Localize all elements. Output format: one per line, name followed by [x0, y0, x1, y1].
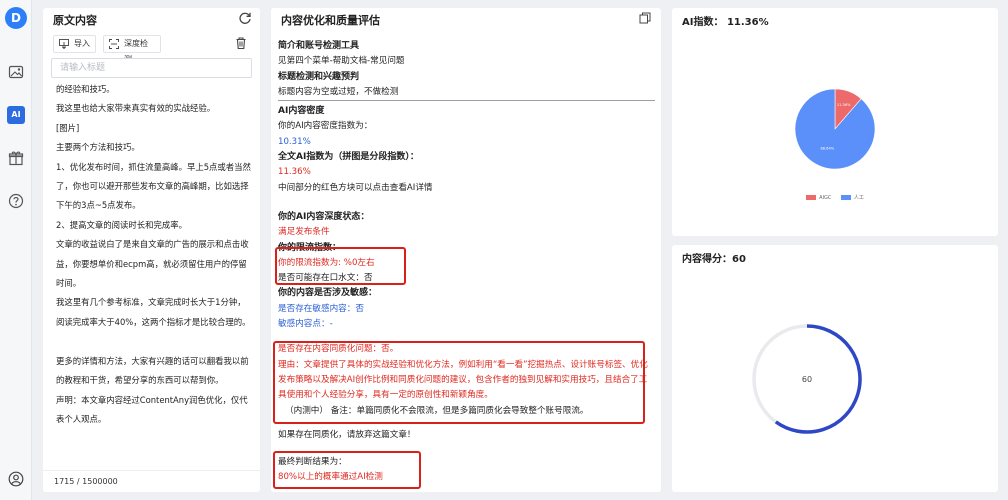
ai-index-panel: AI指数： 11.36% 11.36% 88.64% AIGC 人工 — [672, 8, 998, 236]
pie-slice-label: 88.64% — [820, 147, 834, 151]
full-ai-value: 11.36% — [278, 167, 311, 178]
title-check-text: 标题内容为空或过短，不做检测 — [278, 85, 655, 102]
intro-text: 见第四个菜单-帮助文档-常见问题 — [278, 56, 405, 67]
article-paragraph: 主要两个方法和技巧。 — [56, 142, 140, 153]
source-panel-header: 原文内容 — [43, 8, 260, 28]
evaluation-panel-title: 内容优化和质量评估 — [281, 14, 380, 27]
article-paragraph: 更多的详情和方法，大家有兴趣的话可以翻看我以前的教程和干货，希望分享的东西可以帮… — [56, 355, 249, 386]
ai-density-label: 你的AI内容密度指数为： — [278, 121, 373, 132]
gift-icon[interactable] — [8, 150, 24, 166]
trash-icon[interactable] — [234, 36, 248, 50]
article-paragraph: 我这里有几个参考标准，文章完成时长大于1分钟，阅读完成率大于40%，这两个指标才… — [56, 297, 251, 327]
full-ai-label: 全文AI指数为（拼图是分段指数）： — [278, 152, 419, 163]
evaluation-panel-header: 内容优化和质量评估 — [271, 8, 661, 28]
source-panel-title: 原文内容 — [53, 14, 97, 27]
gauge-progress — [774, 324, 862, 434]
article-paragraph: 文章的收益说白了是来自文章的广告的展示和点击收益，你要想单价和ecpm高，就必须… — [56, 239, 249, 289]
ai-hint: 中间部分的红色方块可以点击查看AI详情 — [278, 182, 433, 193]
legend-item-human[interactable]: 人工 — [840, 194, 864, 201]
depth-heading: 你的AI内容深度状态： — [278, 211, 370, 222]
ai-icon[interactable]: AI — [7, 106, 25, 124]
article-paragraph: 2、提高文章的阅读时长和完成率。 — [56, 219, 187, 230]
title-input[interactable] — [51, 58, 252, 78]
evaluation-panel: 内容优化和质量评估 简介和账号检测工具 见第四个菜单-帮助文档-常见问题 标题检… — [271, 8, 661, 492]
image-icon[interactable] — [8, 64, 24, 80]
article-paragraph: 的经验和技巧。 — [56, 84, 115, 94]
score-panel: 内容得分：60 60 — [672, 245, 998, 492]
source-toolbar: 导入 深度检测 — [53, 35, 252, 64]
homog-advice: 如果存在同质化，请放弃这篇文章！ — [278, 429, 416, 440]
article-paragraph: [图片] — [56, 122, 80, 133]
title-check-heading: 标题检测和兴趣预判 — [278, 71, 360, 82]
char-count: 1715 / 1500000 — [43, 470, 260, 492]
sensitive-points: 敏感内容点：- — [278, 319, 333, 330]
depth-status: 满足发布条件 — [278, 227, 330, 238]
legend-swatch — [806, 195, 817, 200]
user-icon[interactable] — [8, 471, 24, 487]
legend-swatch — [840, 195, 851, 200]
intro-heading: 简介和账号检测工具 — [278, 41, 360, 51]
article-paragraph — [56, 332, 252, 351]
import-label: 导入 — [74, 39, 90, 48]
pie-legend: AIGC 人工 — [672, 194, 998, 202]
source-panel: 原文内容 导入 深度检测 的经验和技巧。 我这里也给大家带来真实有效的实战经验。… — [43, 8, 260, 492]
pie-slice-label: 11.36% — [837, 103, 851, 107]
article-text[interactable]: 的经验和技巧。 我这里也给大家带来真实有效的实战经验。 [图片] 主要两个方法和… — [56, 80, 252, 462]
pie-slice-1[interactable] — [794, 88, 876, 170]
article-paragraph: 我这里也给大家带来真实有效的实战经验。 — [56, 103, 216, 114]
copy-icon[interactable] — [639, 12, 651, 24]
legend-item-aigc[interactable]: AIGC — [806, 195, 831, 201]
import-button[interactable]: 导入 — [53, 35, 96, 53]
legend-label: 人工 — [853, 195, 864, 201]
refresh-icon[interactable] — [238, 11, 252, 25]
side-rail: D AI — [0, 0, 32, 500]
ai-density-value: 10.31% — [278, 136, 311, 147]
logo-icon[interactable]: D — [5, 7, 27, 29]
gauge-label: 60 — [802, 375, 812, 384]
article-paragraph: 1、优化发布时间，抓住流量高峰。早上5点或者当然了，你也可以避开那些发布文章的高… — [56, 161, 251, 211]
deep-check-button[interactable]: 深度检测 — [103, 35, 161, 64]
sensitive-exists: 是否存在敏感内容：否 — [278, 303, 364, 314]
help-icon[interactable] — [8, 193, 24, 209]
sensitive-heading: 你的内容是否涉及敏感： — [278, 288, 378, 299]
legend-label: AIGC — [819, 194, 832, 201]
article-paragraph: 声明：本文章内容经过ContentAny润色优化，仅代表个人观点。 — [56, 394, 248, 424]
ai-density-heading: AI内容密度 — [278, 106, 325, 117]
import-icon — [59, 39, 69, 49]
final-highlight-box[interactable] — [273, 451, 421, 489]
scan-icon — [109, 39, 119, 49]
limit-highlight-box[interactable] — [275, 247, 406, 285]
homog-highlight-box[interactable] — [273, 341, 645, 424]
score-gauge: 60 — [752, 324, 862, 434]
